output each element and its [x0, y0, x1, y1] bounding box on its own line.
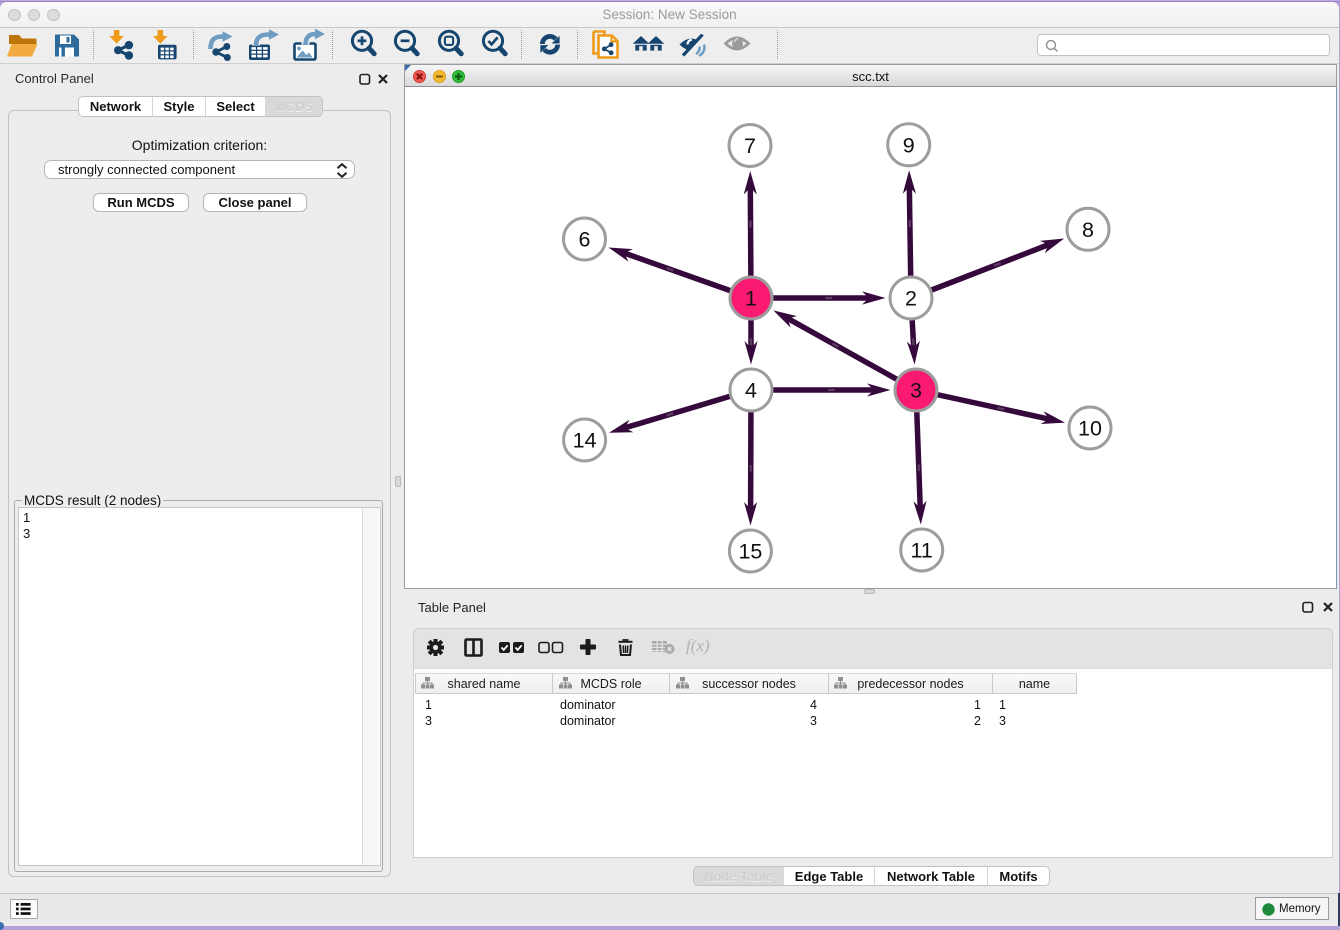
- svg-text:10: 10: [1078, 417, 1102, 441]
- svg-text:11: 11: [911, 539, 933, 563]
- svg-text:3: 3: [910, 379, 922, 403]
- svg-text:2: 2: [905, 287, 917, 311]
- svg-text:15: 15: [738, 540, 762, 564]
- svg-text:6: 6: [579, 228, 591, 252]
- svg-text:8: 8: [1082, 218, 1094, 242]
- svg-text:1: 1: [745, 287, 757, 311]
- svg-text:9: 9: [903, 134, 915, 158]
- svg-text:4: 4: [745, 379, 757, 403]
- svg-text:14: 14: [573, 429, 597, 453]
- svg-text:7: 7: [744, 134, 756, 158]
